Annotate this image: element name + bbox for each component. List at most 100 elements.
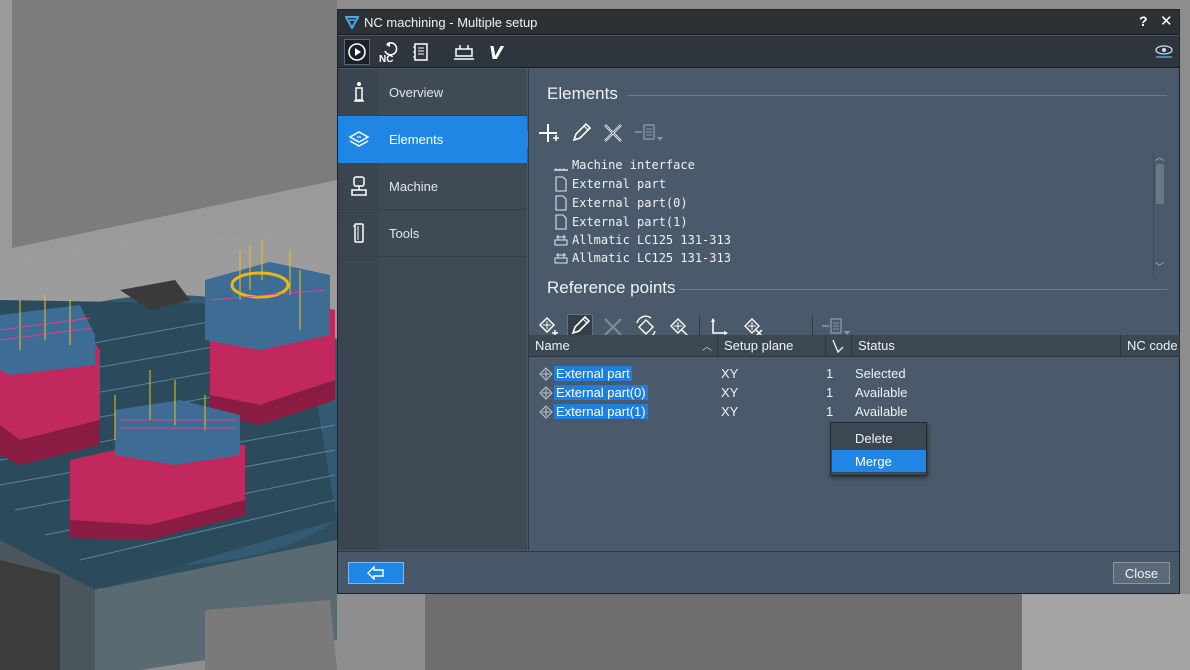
- dialog-footer: Close: [338, 551, 1179, 593]
- document-icon: [553, 214, 569, 230]
- document-icon: [553, 195, 569, 211]
- reference-points-heading: Reference points: [547, 278, 676, 297]
- row-count: 1: [826, 366, 834, 381]
- tree-item-label: Machine interface: [572, 158, 695, 172]
- tree-item[interactable]: Machine interface: [553, 156, 695, 174]
- row-name: External part(1): [554, 404, 648, 419]
- eye-icon: [1155, 45, 1173, 58]
- elements-stack-icon: [348, 128, 370, 150]
- table-row[interactable]: External part(1) XY 1 Available: [529, 402, 1180, 421]
- machine-interface-icon: [553, 157, 569, 173]
- scroll-down-icon[interactable]: ﹀: [1155, 260, 1164, 273]
- title-bar[interactable]: NC machining - Multiple setup ? ✕: [338, 10, 1179, 35]
- column-header-name[interactable]: Name ︿: [529, 335, 718, 357]
- elements-tree[interactable]: Machine interface External part External…: [543, 151, 1161, 277]
- nav-item-machine[interactable]: Machine: [338, 163, 527, 210]
- nc-report-button[interactable]: [408, 39, 434, 65]
- reference-point-icon: [539, 367, 553, 384]
- tree-item-label: Allmatic LC125 131-313: [572, 251, 731, 265]
- nav-label-elements: Elements: [389, 132, 444, 147]
- machine-icon: [348, 175, 370, 197]
- nav-label-tools: Tools: [389, 226, 420, 241]
- window-title: NC machining - Multiple setup: [364, 15, 538, 30]
- add-element-button[interactable]: [536, 121, 562, 145]
- nav-label-overview: Overview: [389, 85, 444, 100]
- table-row[interactable]: External part XY 1 Selected: [529, 364, 1180, 383]
- row-name: External part(0): [554, 385, 648, 400]
- svg-text:NC: NC: [379, 54, 393, 63]
- tree-item[interactable]: External part(1): [553, 213, 688, 231]
- multiple-setup-dialog: NC machining - Multiple setup ? ✕ NC V O…: [337, 9, 1180, 594]
- content-panel: Elements Machine interface External part: [528, 69, 1180, 550]
- scroll-up-icon[interactable]: ︿: [1155, 150, 1164, 163]
- row-count: 1: [826, 404, 834, 419]
- list-dropdown-icon: [635, 124, 663, 141]
- column-header-setup-plane[interactable]: Setup plane: [718, 335, 826, 357]
- menu-item-merge[interactable]: Merge: [832, 450, 926, 472]
- main-toolbar: NC V: [338, 36, 1179, 68]
- tree-item-label: Allmatic LC125 131-313: [572, 233, 731, 247]
- row-setup-plane: XY: [721, 385, 739, 400]
- context-menu: Delete Merge: [830, 422, 927, 476]
- delete-element-button[interactable]: [600, 121, 626, 145]
- row-setup-plane: XY: [721, 366, 739, 381]
- tree-scrollbar[interactable]: ︿ ﹀: [1153, 151, 1165, 275]
- info-icon: [348, 81, 370, 103]
- tree-item-label: External part(1): [572, 215, 688, 229]
- row-status: Available: [855, 385, 908, 400]
- row-count: 1: [826, 385, 834, 400]
- vise-icon: [553, 232, 569, 248]
- add-icon: [539, 124, 559, 142]
- tree-item[interactable]: External part(0): [553, 194, 688, 212]
- tree-item-label: External part: [572, 177, 666, 191]
- reference-point-icon: [539, 386, 553, 403]
- vise-icon: [553, 250, 569, 266]
- row-setup-plane: XY: [721, 404, 739, 419]
- nav-item-elements[interactable]: Elements: [338, 116, 536, 163]
- close-button[interactable]: Close: [1113, 562, 1170, 584]
- nc-refresh-icon: NC: [379, 42, 398, 63]
- document-icon: [553, 176, 569, 192]
- tools-icon: [348, 222, 370, 244]
- nav-label-machine: Machine: [389, 179, 439, 194]
- verify-icon: V: [489, 43, 505, 63]
- report-icon: [413, 43, 428, 61]
- tree-item[interactable]: External part: [553, 175, 666, 193]
- visibility-button[interactable]: [1151, 39, 1177, 65]
- column-header-count[interactable]: [826, 335, 852, 357]
- play-icon: [348, 43, 366, 61]
- help-button[interactable]: ?: [1139, 13, 1148, 29]
- nav-item-overview[interactable]: Overview: [338, 69, 527, 116]
- scroll-thumb[interactable]: [1156, 164, 1164, 204]
- edit-element-button[interactable]: [568, 121, 594, 145]
- reference-point-icon: [539, 405, 553, 422]
- machine-setup-icon: [454, 45, 474, 60]
- row-status: Selected: [855, 366, 906, 381]
- row-name: External part: [554, 366, 632, 381]
- side-navigation: Overview Elements Machine Tools: [338, 69, 536, 550]
- pencil-icon: [572, 122, 592, 142]
- tool-count-icon: [832, 339, 844, 354]
- column-header-nc-code[interactable]: NC code: [1121, 335, 1180, 357]
- setup-machine-button[interactable]: [451, 39, 477, 65]
- elements-heading: Elements: [547, 84, 618, 103]
- tree-item-label: External part(0): [572, 196, 688, 210]
- pencil-icon: [571, 315, 591, 335]
- back-arrow-icon: [367, 566, 384, 580]
- app-logo-icon: [345, 16, 359, 29]
- simulate-play-button[interactable]: [344, 39, 370, 65]
- verify-button[interactable]: V: [484, 39, 510, 65]
- tree-item[interactable]: Allmatic LC125 131-313: [553, 249, 731, 267]
- menu-item-delete[interactable]: Delete: [832, 427, 926, 449]
- nav-item-tools[interactable]: Tools: [338, 210, 527, 257]
- back-button[interactable]: [348, 562, 404, 584]
- nc-regenerate-button[interactable]: NC: [376, 39, 402, 65]
- svg-text:V: V: [489, 43, 505, 63]
- tree-item[interactable]: Allmatic LC125 131-313: [553, 231, 731, 249]
- sort-ascending-icon: ︿: [702, 342, 712, 353]
- delete-x-icon: [604, 124, 622, 142]
- element-options-dropdown[interactable]: [633, 121, 665, 145]
- table-row[interactable]: External part(0) XY 1 Available: [529, 383, 1180, 402]
- column-header-status[interactable]: Status: [852, 335, 1121, 357]
- window-close-button[interactable]: ✕: [1160, 12, 1173, 30]
